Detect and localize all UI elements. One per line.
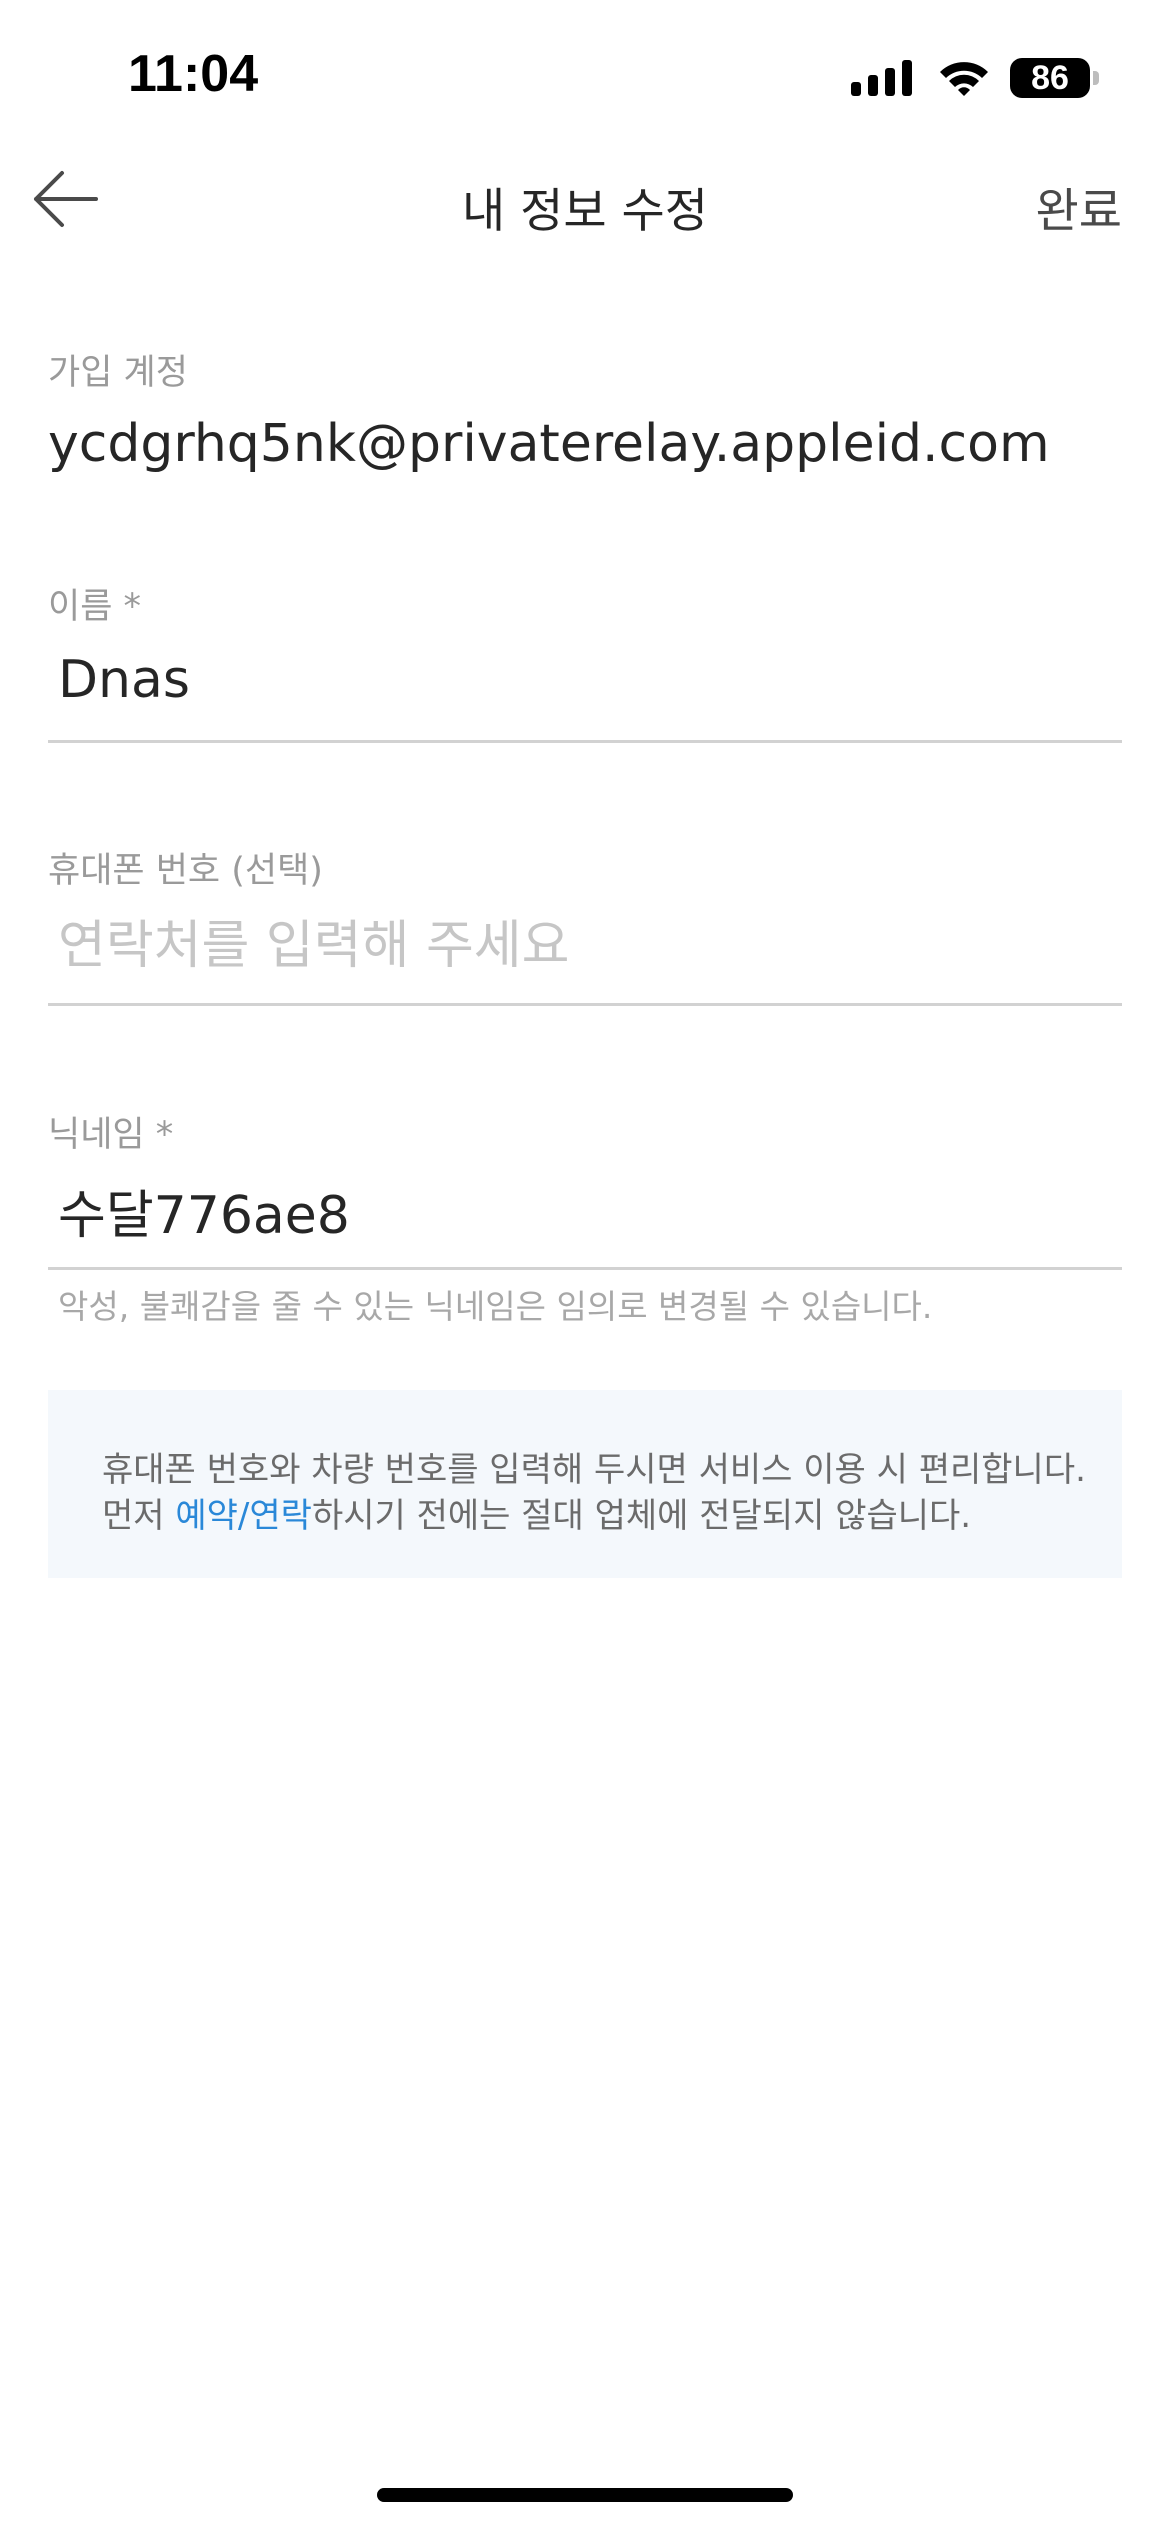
page-title: 내 정보 수정 (461, 184, 709, 239)
status-icons: 86 (851, 56, 1099, 100)
nickname-label: 닉네임 * (48, 1115, 174, 1155)
nickname-helper-text: 악성, 불쾌감을 줄 수 있는 닉네임은 임의로 변경될 수 있습니다. (58, 1287, 933, 1326)
info-box: 휴대폰 번호와 차량 번호를 입력해 두시면 서비스 이용 시 편리합니다. 먼… (48, 1390, 1122, 1578)
phone-underline (48, 1003, 1122, 1006)
account-email: ycdgrhq5nk@privaterelay.appleid.com (48, 414, 1050, 474)
reservation-contact-link[interactable]: 예약/연락 (175, 1496, 312, 1536)
account-label: 가입 계정 (48, 353, 188, 393)
battery-cap (1093, 71, 1099, 85)
info-line-1: 휴대폰 번호와 차량 번호를 입력해 두시면 서비스 이용 시 편리합니다. (102, 1450, 1086, 1490)
done-button[interactable]: 완료 (1036, 172, 1122, 241)
nickname-input[interactable] (58, 1170, 1108, 1250)
info-line-2-prefix: 먼저 (102, 1496, 176, 1536)
cellular-signal-icon (851, 60, 912, 96)
edit-profile-screen: 11:04 86 내 정보 수정 완료 가입 계정 ycdgrhq5nk@pri… (0, 0, 1170, 2532)
name-input[interactable] (58, 640, 1108, 720)
battery-level: 86 (1031, 59, 1069, 97)
name-label: 이름 * (48, 587, 142, 627)
name-underline (48, 740, 1122, 743)
wifi-icon (940, 62, 988, 96)
info-line-2-suffix: 하시기 전에는 절대 업체에 전달되지 않습니다. (311, 1496, 972, 1536)
battery-icon: 86 (1010, 58, 1099, 98)
phone-label: 휴대폰 번호 (선택) (48, 851, 323, 891)
info-line-2: 먼저 예약/연락하시기 전에는 절대 업체에 전달되지 않습니다. (102, 1488, 971, 1537)
home-indicator (377, 2488, 793, 2502)
nickname-underline (48, 1267, 1122, 1270)
phone-input[interactable] (58, 906, 1108, 986)
status-time: 11:04 (128, 45, 259, 103)
